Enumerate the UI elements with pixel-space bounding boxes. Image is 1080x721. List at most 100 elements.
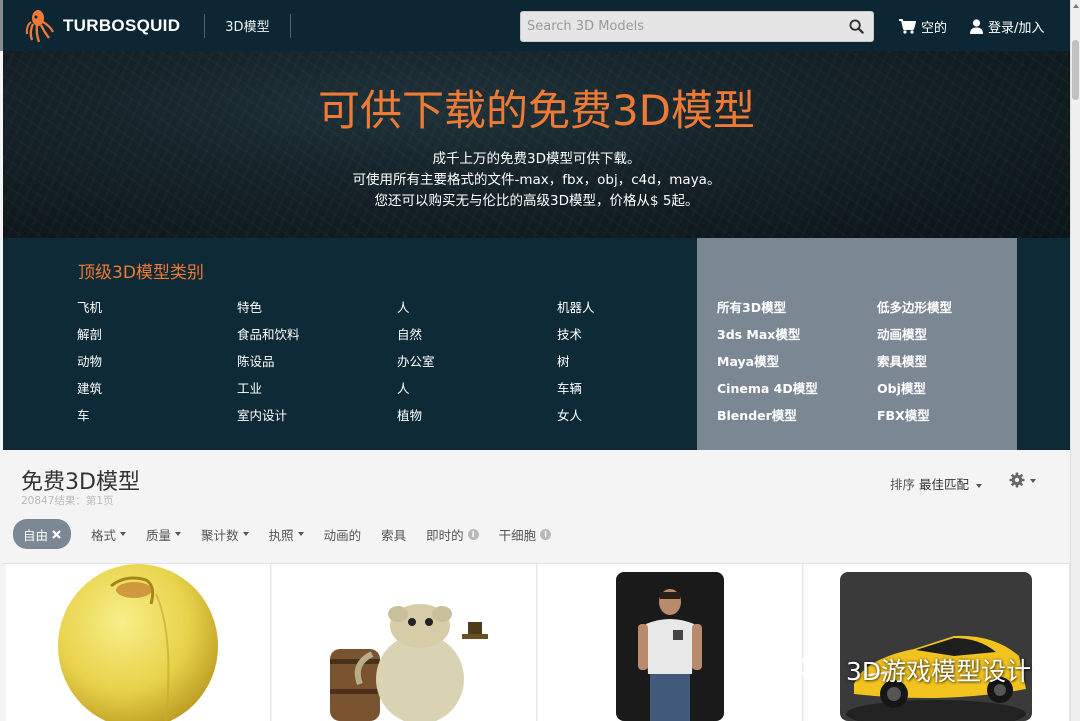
category-link[interactable]: 技术	[557, 324, 582, 343]
cart-label: 空的	[921, 21, 948, 36]
wechat-icon	[798, 654, 837, 685]
filter-quality[interactable]: 质量	[146, 525, 182, 544]
chevron-down-icon	[1030, 479, 1036, 483]
categories-title: 顶级3D模型类别	[78, 263, 204, 283]
format-link[interactable]: 所有3D模型	[717, 297, 786, 316]
hero-line-3: 您还可以购买无与伦比的高级3D模型，价格从$ 5起。	[374, 193, 699, 209]
category-link[interactable]: 树	[557, 351, 570, 370]
nav-link-3d-models[interactable]: 3D模型	[225, 16, 269, 35]
filter-instant[interactable]: 即时的 i	[426, 525, 479, 544]
scroll-thumb[interactable]	[1072, 40, 1079, 100]
format-link[interactable]: Blender模型	[717, 405, 797, 424]
filter-poly-count[interactable]: 聚计数	[201, 525, 249, 544]
chevron-down-icon	[297, 532, 304, 536]
login-label: 登录/加入	[988, 21, 1045, 36]
watermark-text: 3D游戏模型设计	[846, 657, 1032, 686]
filter-format[interactable]: 格式	[91, 525, 127, 544]
format-link[interactable]: Obj模型	[877, 378, 926, 397]
model-card[interactable]	[6, 564, 271, 721]
format-link[interactable]: Cinema 4D模型	[717, 378, 818, 397]
page-scrollbar[interactable]	[1070, 0, 1080, 721]
chevron-down-icon	[175, 532, 182, 536]
category-link[interactable]: 女人	[557, 405, 582, 424]
ceramic-figure-thumbnail	[330, 604, 488, 721]
category-link[interactable]: 特色	[237, 297, 262, 316]
filter-stemcell[interactable]: 干细胞 i	[499, 525, 552, 544]
sort-dropdown[interactable]: 排序 最佳匹配	[890, 474, 982, 493]
filter-label: 索具	[381, 527, 407, 543]
format-link[interactable]: Maya模型	[717, 351, 779, 370]
gear-icon	[1009, 472, 1025, 488]
category-link[interactable]: 植物	[397, 405, 422, 424]
man-figure-thumbnail	[616, 572, 724, 721]
info-icon: i	[467, 528, 479, 540]
category-link[interactable]: 动物	[77, 351, 102, 370]
scroll-up-arrow-icon[interactable]	[1071, 0, 1080, 12]
info-icon: i	[540, 528, 552, 540]
format-links-panel: 所有3D模型 3ds Max模型 Maya模型 Cinema 4D模型 Blen…	[697, 238, 1017, 450]
chevron-down-icon	[120, 532, 127, 536]
filter-label: 动画的	[323, 527, 362, 543]
category-link[interactable]: 自然	[397, 324, 422, 343]
category-link[interactable]: 建筑	[77, 378, 102, 397]
search-box	[520, 11, 874, 42]
chevron-down-icon	[976, 483, 982, 488]
close-icon[interactable]	[52, 529, 61, 539]
brand-name: TURBOSQUID	[63, 15, 181, 35]
format-link[interactable]: 索具模型	[877, 351, 927, 370]
category-link[interactable]: 人	[397, 378, 410, 397]
cart-button[interactable]: 空的	[899, 17, 947, 36]
model-card[interactable]	[272, 564, 537, 721]
filter-label: 格式	[91, 527, 117, 543]
filter-rigged[interactable]: 索具	[381, 525, 406, 544]
filter-label: 执照	[268, 527, 294, 543]
model-card[interactable]	[804, 564, 1070, 721]
hero-title: 可供下载的免费3D模型	[317, 86, 756, 135]
active-filter-chip[interactable]: 自由	[13, 519, 72, 549]
filter-animated[interactable]: 动画的	[324, 525, 362, 544]
category-link[interactable]: 飞机	[77, 297, 102, 316]
wechat-watermark: 3D游戏模型设计	[798, 652, 1031, 688]
format-link[interactable]: 动画模型	[877, 324, 927, 343]
results-title: 免费3D模型	[21, 470, 140, 495]
category-link[interactable]: 陈设品	[237, 351, 275, 370]
filter-label: 即时的	[426, 527, 464, 543]
search-button[interactable]	[839, 12, 873, 41]
format-link[interactable]: 3ds Max模型	[717, 324, 800, 343]
squid-logo-icon	[25, 8, 55, 44]
top-categories-panel: 顶级3D模型类别 飞机 解剖 动物 建筑 车 特色 食品和饮料 陈设品 工业 室…	[3, 238, 1070, 450]
filter-license[interactable]: 执照	[269, 525, 304, 544]
format-link[interactable]: FBX模型	[877, 405, 930, 424]
brand-logo[interactable]: TURBOSQUID	[25, 8, 180, 44]
hero-line-2: 可使用所有主要格式的文件-max，fbx，obj，c4d，maya。	[352, 172, 721, 188]
search-input[interactable]	[521, 12, 839, 41]
login-button[interactable]: 登录/加入	[970, 17, 1044, 36]
filter-bar: 自由 格式 质量 聚计数 执照 动画的 索具 即时的 i 干细胞 i	[13, 519, 552, 549]
sports-car-thumbnail	[840, 572, 1032, 721]
category-link[interactable]: 车辆	[557, 378, 582, 397]
model-card[interactable]	[538, 564, 803, 721]
nav-divider	[204, 13, 206, 38]
search-icon	[848, 19, 864, 34]
nav-divider	[289, 13, 291, 38]
category-link[interactable]: 解剖	[77, 324, 102, 343]
filter-label: 干细胞	[498, 527, 537, 543]
top-navbar: TURBOSQUID 3D模型 空的 登录/加入	[0, 0, 1070, 51]
chip-label: 自由	[23, 527, 49, 543]
sort-prefix: 排序	[890, 477, 916, 492]
cart-icon	[899, 19, 916, 34]
category-link[interactable]: 办公室	[397, 351, 435, 370]
filter-label: 聚计数	[201, 527, 239, 543]
category-link[interactable]: 车	[77, 405, 90, 424]
category-link[interactable]: 人	[397, 297, 410, 316]
category-link[interactable]: 工业	[237, 378, 262, 397]
settings-dropdown[interactable]	[1009, 472, 1036, 492]
chevron-down-icon	[242, 532, 249, 536]
hero-banner: 可供下载的免费3D模型 成千上万的免费3D模型可供下载。 可使用所有主要格式的文…	[3, 51, 1070, 238]
sort-value: 最佳匹配	[919, 477, 970, 492]
category-link[interactable]: 食品和饮料	[237, 324, 300, 343]
hero-line-1: 成千上万的免费3D模型可供下载。	[432, 151, 641, 167]
category-link[interactable]: 机器人	[557, 297, 595, 316]
category-link[interactable]: 室内设计	[237, 405, 287, 424]
format-link[interactable]: 低多边形模型	[877, 297, 952, 316]
